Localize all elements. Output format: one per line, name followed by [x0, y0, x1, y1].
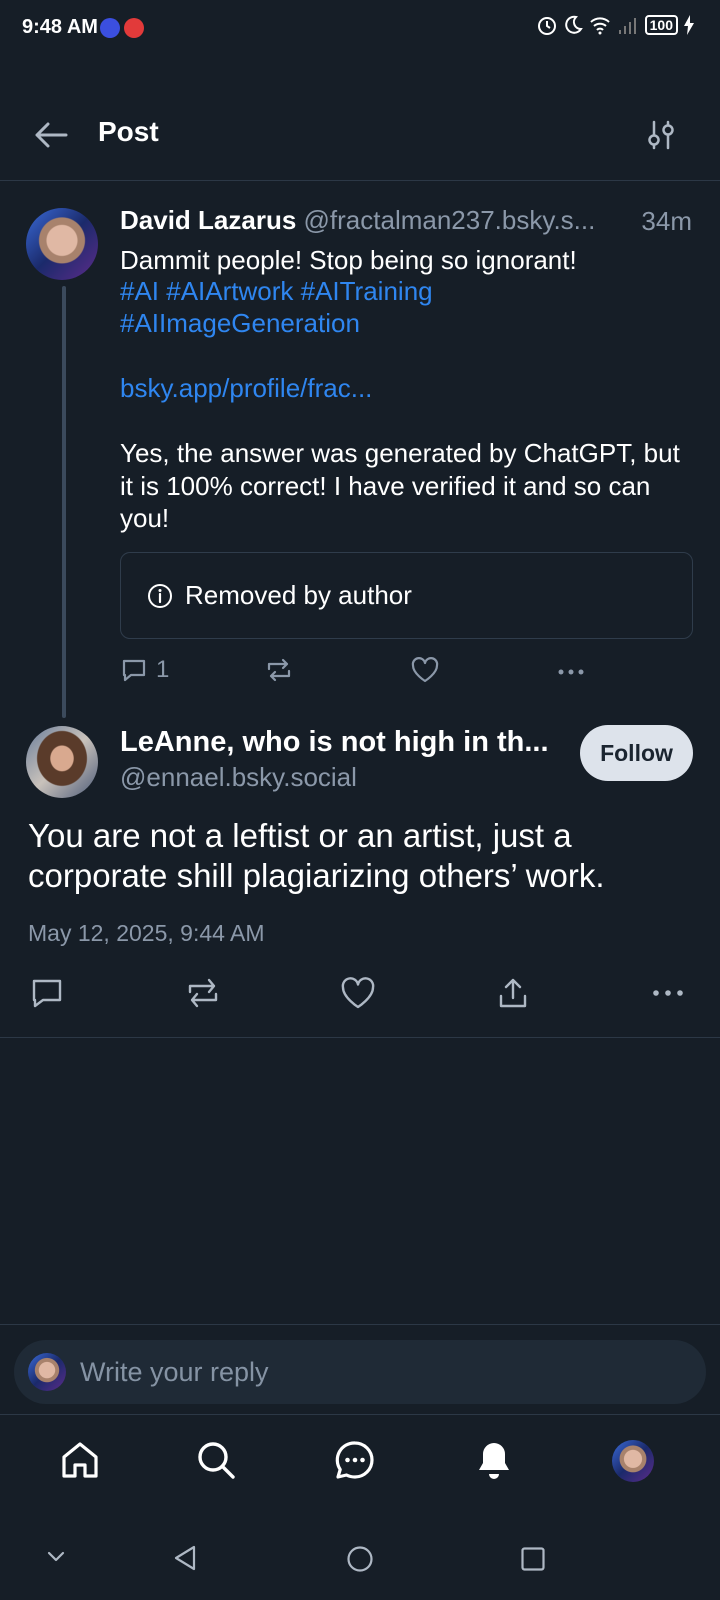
tabbar-divider — [0, 1414, 720, 1415]
composer-divider — [0, 1324, 720, 1325]
repost-button[interactable] — [185, 976, 221, 1015]
share-button[interactable] — [496, 976, 530, 1015]
header-divider — [0, 180, 720, 181]
arrow-left-icon — [35, 122, 68, 148]
back-button[interactable] — [30, 114, 72, 156]
wifi-icon — [589, 17, 610, 35]
author-handle[interactable]: @fractalman237.bsky.s... — [304, 205, 596, 235]
post-author-line[interactable]: David Lazarus @fractalman237.bsky.s... — [120, 205, 694, 236]
reply-button[interactable]: 1 — [120, 656, 169, 684]
post-time[interactable]: 34m — [635, 206, 692, 237]
thread-settings-button[interactable] — [640, 114, 682, 156]
sliders-icon — [648, 120, 674, 150]
hashtag[interactable]: #AIImageGeneration — [120, 307, 700, 339]
follow-button[interactable]: Follow — [580, 725, 693, 781]
moon-icon — [564, 15, 583, 34]
repost-icon — [188, 978, 218, 1008]
thread-line — [62, 286, 66, 718]
system-recents-button[interactable] — [520, 1546, 546, 1577]
status-time: 9:48 AM — [22, 16, 98, 38]
hashtags[interactable]: #AI #AIArtwork #AITraining — [120, 275, 700, 307]
avatar[interactable] — [26, 208, 98, 280]
removed-text: Removed by author — [185, 580, 412, 610]
status-icons: 100 — [537, 14, 694, 36]
square-recents-icon — [521, 1547, 545, 1571]
alarm-icon — [537, 17, 556, 35]
like-button[interactable] — [410, 656, 440, 684]
avatar[interactable] — [26, 726, 98, 798]
author-name[interactable]: LeAnne, who is not high in th... — [120, 726, 560, 759]
charging-icon — [684, 15, 694, 35]
author-handle[interactable]: @ennael.bsky.social — [120, 762, 357, 793]
post-link[interactable]: bsky.app/profile/frac... — [120, 372, 700, 404]
author-name[interactable]: David Lazarus — [120, 205, 296, 235]
search-icon — [198, 1442, 235, 1479]
share-icon — [499, 978, 527, 1008]
more-button[interactable] — [650, 976, 686, 1015]
heart-icon — [341, 977, 375, 1009]
circle-home-icon — [347, 1546, 373, 1572]
my-avatar — [28, 1353, 66, 1391]
home-icon — [62, 1442, 98, 1478]
system-back-button[interactable] — [172, 1544, 198, 1577]
page-title: Post — [98, 116, 159, 147]
tab-chat[interactable] — [329, 1434, 381, 1486]
chat-icon — [335, 1441, 374, 1479]
bell-icon — [479, 1443, 509, 1479]
system-collapse-button[interactable] — [46, 1550, 66, 1569]
repost-button[interactable] — [264, 656, 294, 684]
post-timestamp: May 12, 2025, 9:44 AM — [28, 920, 265, 946]
reply-placeholder: Write your reply — [80, 1356, 269, 1387]
post-text-paragraph: Yes, the answer was generated by ChatGPT… — [120, 438, 680, 533]
removed-embed: Removed by author — [120, 552, 693, 639]
repost-icon — [267, 658, 291, 682]
ellipsis-icon — [653, 990, 683, 996]
ellipsis-icon — [558, 669, 584, 675]
comment-icon — [122, 659, 146, 682]
post-text-line: Dammit people! Stop being so ignorant! — [120, 245, 577, 275]
post-divider — [0, 1037, 720, 1038]
post-text: You are not a leftist or an artist, just… — [28, 817, 605, 894]
tab-home[interactable] — [54, 1434, 106, 1486]
battery-level: 100 — [649, 17, 673, 33]
battery-icon: 100 — [644, 15, 678, 35]
more-button[interactable] — [556, 656, 586, 684]
like-button[interactable] — [340, 976, 376, 1015]
app-notification-icon — [100, 18, 120, 38]
app-notification-icon-2 — [124, 18, 144, 38]
reply-composer[interactable]: Write your reply — [14, 1340, 706, 1404]
tab-profile[interactable] — [612, 1440, 654, 1482]
system-home-button[interactable] — [346, 1545, 374, 1578]
tab-notifications[interactable] — [468, 1434, 520, 1486]
chevron-down-icon — [47, 1551, 65, 1562]
signal-icon — [618, 18, 636, 34]
heart-icon — [411, 657, 439, 683]
reply-button[interactable] — [30, 976, 64, 1015]
comment-icon — [32, 979, 62, 1008]
triangle-back-icon — [174, 1545, 196, 1571]
reply-count: 1 — [156, 656, 170, 683]
tab-search[interactable] — [190, 1434, 242, 1486]
info-icon — [148, 583, 172, 608]
